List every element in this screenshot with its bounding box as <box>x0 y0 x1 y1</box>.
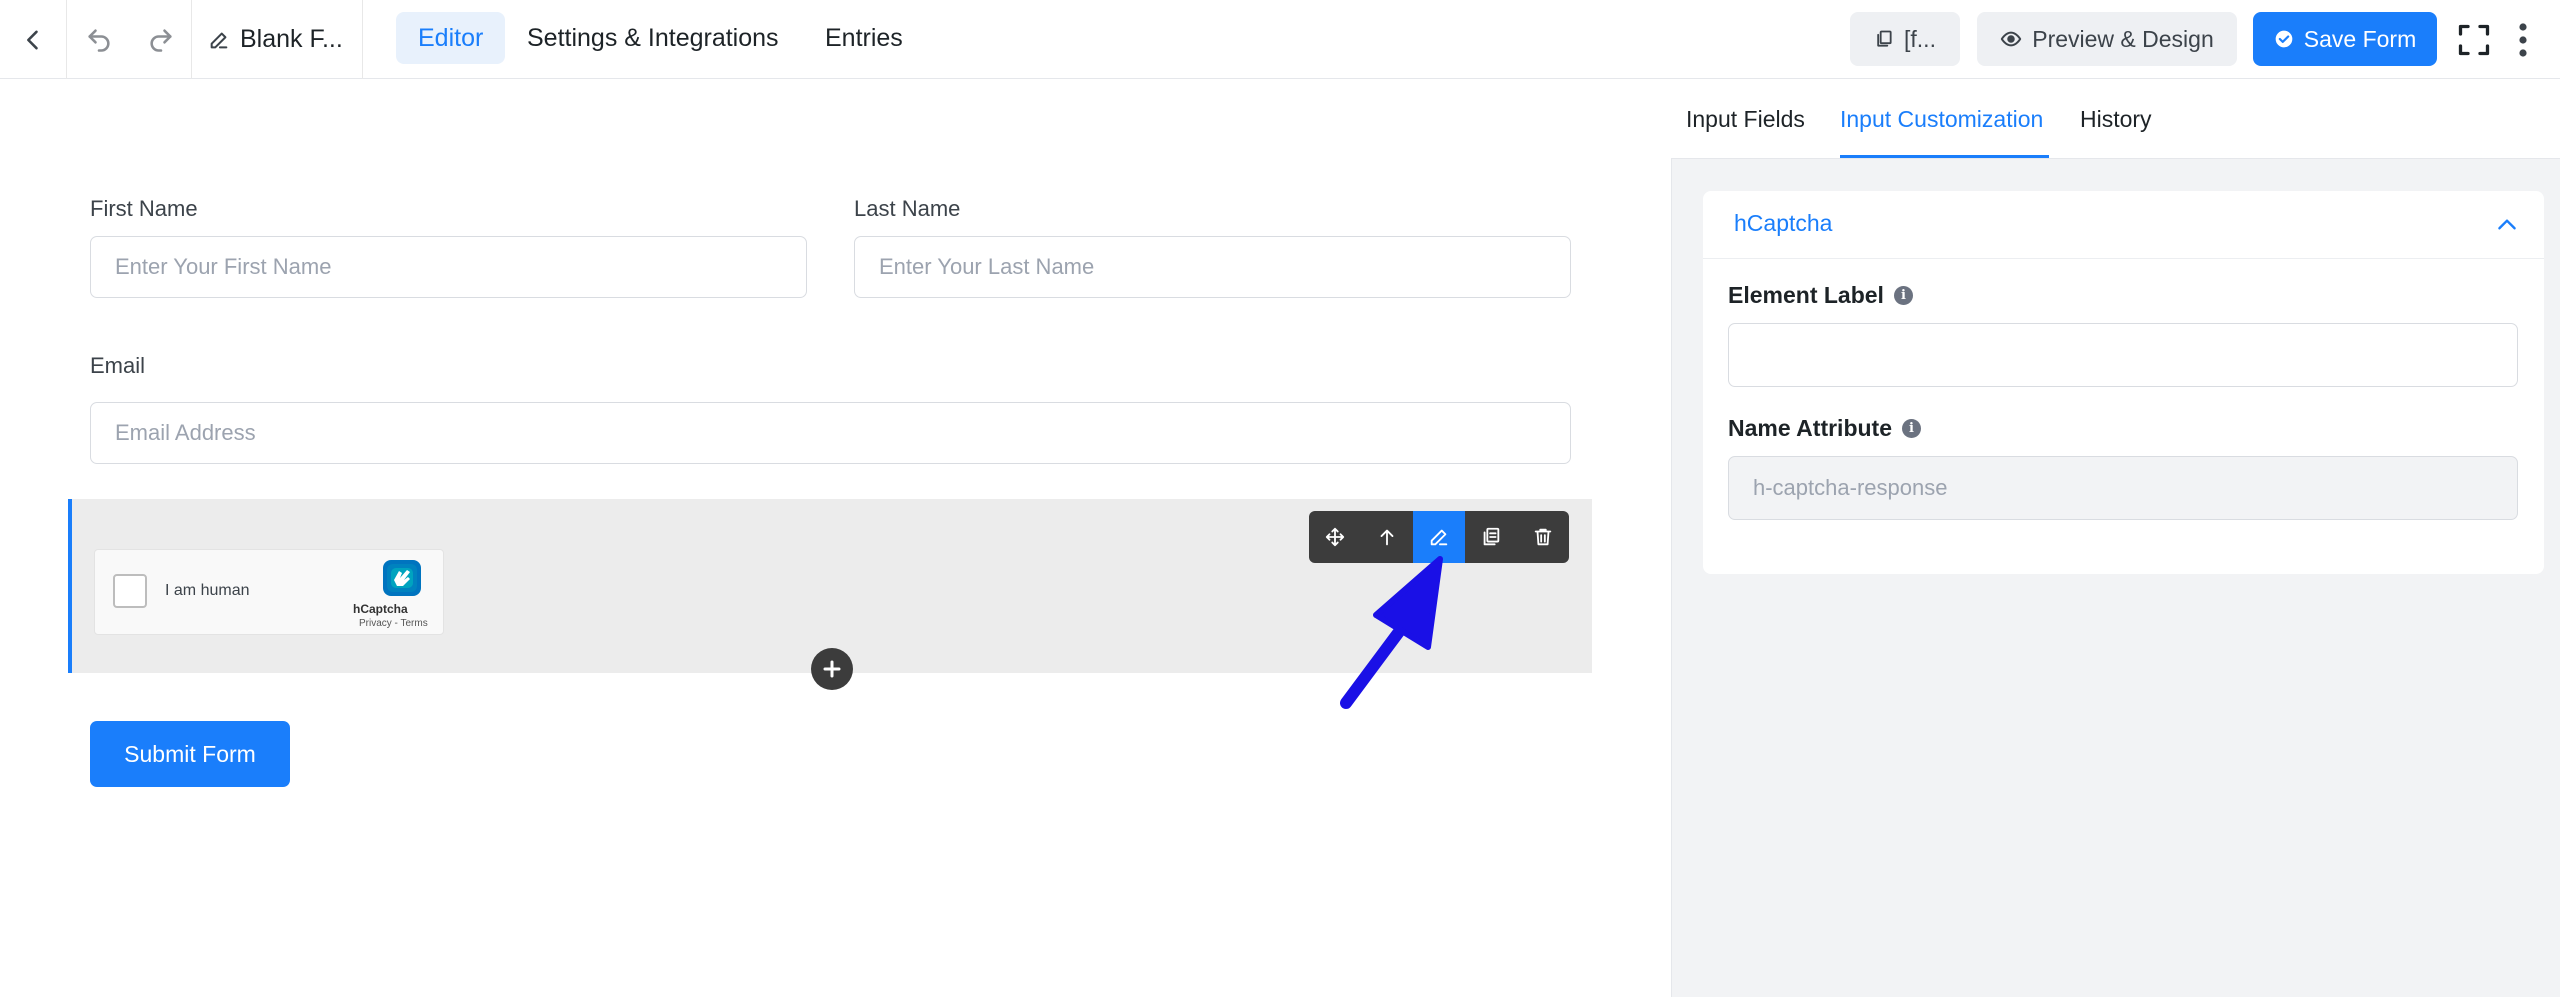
info-icon[interactable]: i <box>1902 419 1921 438</box>
captcha-text: I am human <box>165 582 250 599</box>
annotation-arrow-icon <box>1330 545 1450 720</box>
undo-icon[interactable] <box>67 0 131 79</box>
captcha-brand: hCaptcha <box>353 602 408 616</box>
hcaptcha-widget[interactable]: I am human hCaptcha Privacy - Terms <box>94 549 444 635</box>
tab-history[interactable]: History <box>2080 79 2152 159</box>
form-name[interactable]: Blank F... <box>208 0 343 79</box>
email-input[interactable]: Email Address <box>90 402 1571 464</box>
preview-design-label: Preview & Design <box>2032 25 2214 52</box>
shortcode-label: [f... <box>1904 25 1936 52</box>
form-name-label: Blank F... <box>240 25 343 53</box>
tab-entries[interactable]: Entries <box>803 12 925 64</box>
info-icon[interactable]: i <box>1893 286 1913 305</box>
last-name-input[interactable]: Enter Your Last Name <box>854 236 1571 298</box>
redo-icon[interactable] <box>131 0 191 79</box>
last-name-label: Last Name <box>854 196 961 221</box>
edit-pencil-icon <box>210 32 228 48</box>
shortcode-button[interactable]: [f... <box>1850 12 1960 66</box>
copy-icon <box>1877 30 1892 47</box>
add-field-button[interactable] <box>811 648 853 690</box>
top-bar: Blank F... Editor Settings & Integration… <box>0 0 2560 79</box>
name-attribute-text: Name Attribute <box>1728 415 1892 441</box>
divider <box>362 0 363 79</box>
active-tab-indicator <box>1840 155 2049 158</box>
fullscreen-icon[interactable] <box>2452 0 2496 79</box>
first-name-label: First Name <box>90 196 198 221</box>
plus-icon <box>823 660 841 678</box>
captcha-checkbox[interactable] <box>113 574 147 608</box>
card-title: hCaptcha <box>1734 210 1833 236</box>
save-form-label: Save Form <box>2303 25 2417 52</box>
tab-input-customization[interactable]: Input Customization <box>1840 79 2043 159</box>
check-circle-icon <box>2275 30 2293 48</box>
email-label: Email <box>90 353 146 378</box>
captcha-links[interactable]: Privacy - Terms <box>359 618 428 629</box>
hcaptcha-logo-icon <box>381 558 423 603</box>
more-menu-icon[interactable] <box>2508 0 2538 79</box>
element-label-text: Element Label <box>1728 282 1884 308</box>
chevron-up-icon[interactable] <box>2494 212 2520 243</box>
tab-input-fields[interactable]: Input Fields <box>1686 79 1805 159</box>
name-attribute-heading: Name Attribute i <box>1728 415 1921 442</box>
name-attribute-input: h-captcha-response <box>1728 456 2518 520</box>
first-name-input[interactable]: Enter Your First Name <box>90 236 807 298</box>
element-label-input[interactable] <box>1728 323 2518 387</box>
save-form-button[interactable]: Save Form <box>2253 12 2437 66</box>
back-icon[interactable] <box>0 0 66 79</box>
delete-icon[interactable] <box>1517 511 1569 563</box>
tab-settings-integrations[interactable]: Settings & Integrations <box>505 12 801 64</box>
submit-form-button[interactable]: Submit Form <box>90 721 290 787</box>
eye-icon <box>2001 31 2022 47</box>
tab-editor[interactable]: Editor <box>396 12 506 64</box>
element-label-heading: Element Label i <box>1728 282 1913 309</box>
divider <box>191 0 192 79</box>
duplicate-icon[interactable] <box>1465 511 1517 563</box>
preview-design-button[interactable]: Preview & Design <box>1977 12 2237 66</box>
